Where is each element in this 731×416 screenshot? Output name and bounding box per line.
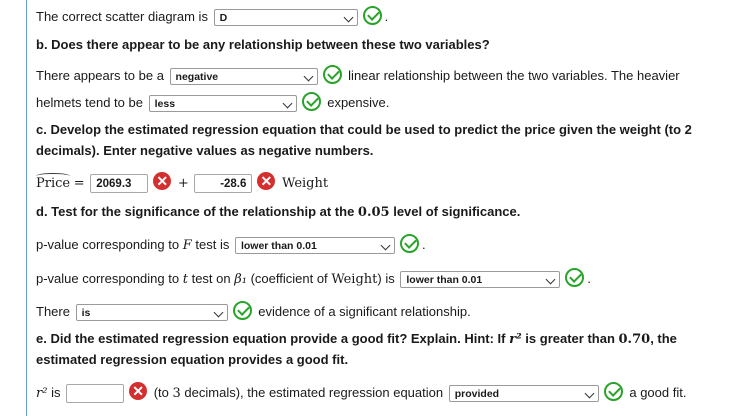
question-e-line2: estimated regression equation provides a… <box>36 352 349 367</box>
t-pvalue-select[interactable]: lower than 0.01 <box>400 271 561 289</box>
correct-check-icon <box>322 65 342 85</box>
correct-check-icon <box>603 382 623 402</box>
fit-select[interactable]: provided <box>448 385 599 403</box>
chevron-down-icon <box>282 98 293 109</box>
chevron-down-icon <box>343 12 354 23</box>
incorrect-x-icon: ✕ <box>257 171 276 190</box>
r-squared-input[interactable] <box>66 384 125 404</box>
correct-check-icon <box>565 268 585 288</box>
question-b: b. Does there appear to be any relations… <box>36 37 490 52</box>
correct-check-icon <box>301 92 321 112</box>
scatter-label: The correct scatter diagram is <box>36 9 208 24</box>
chevron-down-icon <box>545 274 556 285</box>
chevron-down-icon <box>380 240 391 251</box>
intercept-input[interactable]: 2069.3 <box>90 174 149 194</box>
chevron-down-icon <box>213 307 224 318</box>
f-pvalue-select[interactable]: lower than 0.01 <box>234 237 395 255</box>
question-c-line2: decimals). Enter negative values as nega… <box>36 143 374 158</box>
expense-select[interactable]: less <box>148 95 297 113</box>
chevron-down-icon <box>303 71 313 82</box>
question-d: d. Test for the significance of the rela… <box>36 204 355 219</box>
question-e: e. Did the estimated regression equation… <box>36 331 506 346</box>
correct-check-icon <box>232 301 252 321</box>
relationship-select[interactable]: negative <box>169 68 318 86</box>
scatter-select[interactable]: D <box>213 9 358 27</box>
incorrect-x-icon: ✕ <box>129 381 148 400</box>
chevron-down-icon <box>584 388 595 399</box>
price-hat-label: Price <box>36 173 71 191</box>
correct-check-icon <box>362 6 382 26</box>
incorrect-x-icon: ✕ <box>153 171 172 190</box>
slope-input[interactable]: -28.6 <box>194 174 253 194</box>
correct-check-icon <box>399 234 419 254</box>
question-c-line1: c. Develop the estimated regression equa… <box>36 122 692 137</box>
evidence-select[interactable]: is <box>75 304 228 322</box>
